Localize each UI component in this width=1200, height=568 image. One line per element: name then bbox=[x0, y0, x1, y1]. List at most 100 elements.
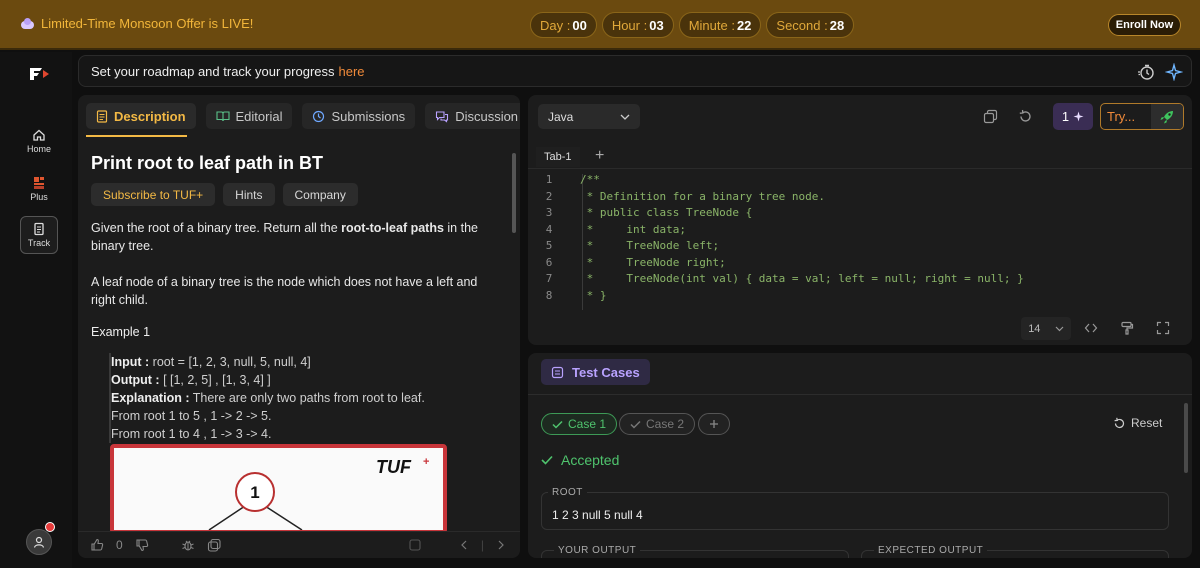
hints-button[interactable]: Hints bbox=[223, 183, 275, 206]
offer-text-group: Limited-Time Monsoon Offer is LIVE! bbox=[20, 16, 253, 31]
check-icon bbox=[552, 420, 563, 429]
roadmap-link[interactable]: here bbox=[339, 64, 365, 79]
reset-cases-button[interactable]: Reset bbox=[1113, 416, 1162, 430]
test-cases-scrollbar[interactable] bbox=[1184, 403, 1188, 473]
test-cases-header: Test Cases bbox=[528, 353, 1192, 395]
rail-item-home[interactable]: Home bbox=[20, 122, 58, 160]
rail-item-label: Plus bbox=[30, 192, 48, 202]
try-button[interactable]: Try... bbox=[1100, 103, 1184, 130]
add-tab-button[interactable]: + bbox=[595, 147, 604, 165]
tab-discussion[interactable]: Discussion bbox=[425, 103, 520, 129]
code-line: 1/** bbox=[545, 173, 600, 186]
expected-output-label: EXPECTED OUTPUT bbox=[874, 545, 988, 556]
bug-icon[interactable] bbox=[181, 538, 195, 552]
example-explanation: Explanation : There are only two paths f… bbox=[111, 391, 425, 405]
code-line: 7 * TreeNode(int val) { data = val; left… bbox=[545, 272, 1024, 285]
home-icon bbox=[33, 129, 45, 141]
plus-logo-icon bbox=[34, 177, 44, 189]
thumbs-down-icon[interactable] bbox=[135, 538, 149, 552]
track-icon bbox=[34, 222, 44, 236]
rail-item-label: Track bbox=[27, 238, 51, 248]
problem-panel: Description Editorial Submissions Discus… bbox=[78, 95, 520, 558]
svg-text:+: + bbox=[423, 456, 429, 468]
checkbox-icon[interactable] bbox=[409, 539, 421, 551]
code-line: 3 * public class TreeNode { bbox=[545, 206, 753, 219]
run-code-button[interactable] bbox=[1151, 104, 1183, 129]
sparkle-icon bbox=[1073, 111, 1084, 122]
reset-code-icon[interactable] bbox=[1018, 109, 1033, 124]
tuf-watermark: TUF bbox=[376, 457, 412, 477]
user-avatar[interactable] bbox=[26, 529, 52, 555]
timer-day: Day :00 bbox=[530, 12, 597, 38]
chevron-left-icon[interactable] bbox=[459, 539, 469, 551]
tab-description[interactable]: Description bbox=[86, 103, 196, 129]
description-scrollbar[interactable] bbox=[512, 153, 516, 233]
editor-subtabs: Tab-1 + bbox=[528, 145, 1192, 169]
user-icon bbox=[33, 536, 45, 548]
countdown-timer: Day :00 Hour :03 Minute :22 Second :28 bbox=[530, 12, 855, 38]
paint-roller-icon[interactable] bbox=[1120, 321, 1134, 335]
code-format-icon[interactable] bbox=[1084, 321, 1098, 335]
code-line: 2 * Definition for a binary tree node. bbox=[545, 189, 826, 203]
editor-footer: 14 bbox=[528, 313, 1192, 345]
code-editor-panel: Java 1 Try... Tab-1 + 1/** 2 * Definitio… bbox=[528, 95, 1192, 345]
case-2-button[interactable]: Case 2 bbox=[619, 413, 696, 435]
chat-icon bbox=[436, 110, 449, 123]
chevron-right-icon[interactable] bbox=[496, 539, 506, 551]
company-button[interactable]: Company bbox=[282, 183, 358, 206]
fullscreen-icon[interactable] bbox=[1156, 321, 1170, 335]
tab-editorial[interactable]: Editorial bbox=[205, 103, 293, 129]
reset-icon bbox=[1114, 417, 1125, 428]
ai-credits-badge[interactable]: 1 bbox=[1053, 103, 1093, 130]
example-title: Example 1 bbox=[91, 325, 151, 339]
chevron-down-icon bbox=[620, 114, 630, 120]
check-icon bbox=[541, 455, 553, 465]
active-tab-underline bbox=[86, 135, 187, 137]
roadmap-text: Set your roadmap and track your progress bbox=[91, 63, 335, 79]
subscribe-tuf-plus-button[interactable]: Subscribe to TUF+ bbox=[91, 183, 216, 206]
add-case-button[interactable] bbox=[698, 413, 730, 435]
editor-tab-1[interactable]: Tab-1 bbox=[536, 147, 580, 167]
problem-tabs: Description Editorial Submissions Discus… bbox=[86, 103, 520, 129]
roadmap-bar: Set your roadmap and track your progress… bbox=[78, 55, 1192, 87]
root-label: ROOT bbox=[548, 487, 587, 498]
example-body: Input : root = [1, 2, 3, null, 5, null, … bbox=[109, 353, 425, 443]
example-line-4: From root 1 to 5 , 1 -> 2 -> 5. bbox=[111, 409, 272, 423]
description-paragraph-2: A leaf node of a binary tree is the node… bbox=[91, 275, 478, 307]
left-rail: Home Plus Track bbox=[0, 52, 72, 568]
site-logo-icon[interactable] bbox=[28, 66, 50, 82]
rail-item-label: Home bbox=[26, 144, 51, 154]
timer-hour: Hour :03 bbox=[601, 12, 674, 38]
your-output-label: YOUR OUTPUT bbox=[554, 545, 641, 556]
enroll-now-button[interactable]: Enroll Now bbox=[1108, 14, 1181, 36]
tab-submissions[interactable]: Submissions bbox=[302, 103, 416, 129]
check-icon bbox=[630, 420, 641, 429]
sparkle-icon[interactable] bbox=[1165, 63, 1183, 81]
code-area[interactable]: 1/** 2 * Definition for a binary tree no… bbox=[528, 173, 1192, 313]
font-size-select[interactable]: 14 bbox=[1021, 317, 1071, 340]
tree-diagram: 1 TUF + bbox=[114, 448, 443, 530]
rail-item-plus[interactable]: Plus bbox=[20, 170, 58, 208]
tab-test-cases[interactable]: Test Cases bbox=[541, 359, 650, 385]
description-paragraph-1: Given the root of a binary tree. Return … bbox=[91, 221, 478, 253]
rocket-icon bbox=[1160, 110, 1173, 123]
copy-link-icon[interactable] bbox=[207, 538, 223, 552]
code-line: 4 * int data; bbox=[545, 222, 686, 236]
timer-icon[interactable] bbox=[1137, 63, 1155, 81]
copy-icon[interactable] bbox=[983, 109, 998, 124]
roadmap-icons bbox=[1137, 63, 1183, 81]
code-line: 5 * TreeNode left; bbox=[545, 239, 720, 252]
likes-count: 0 bbox=[116, 538, 123, 552]
problem-footer: 0 | bbox=[78, 531, 520, 558]
editor-footer-icons bbox=[1084, 321, 1170, 335]
case-1-button[interactable]: Case 1 bbox=[541, 413, 618, 435]
language-select[interactable]: Java bbox=[538, 104, 640, 129]
cloud-icon bbox=[20, 17, 35, 30]
document-icon bbox=[96, 109, 108, 123]
thumbs-up-icon[interactable] bbox=[90, 538, 104, 552]
result-status: Accepted bbox=[541, 452, 619, 468]
book-icon bbox=[215, 111, 230, 122]
editor-toolbar bbox=[983, 109, 1033, 124]
code-line: 6 * TreeNode right; bbox=[545, 255, 726, 269]
rail-item-track[interactable]: Track bbox=[20, 216, 58, 254]
